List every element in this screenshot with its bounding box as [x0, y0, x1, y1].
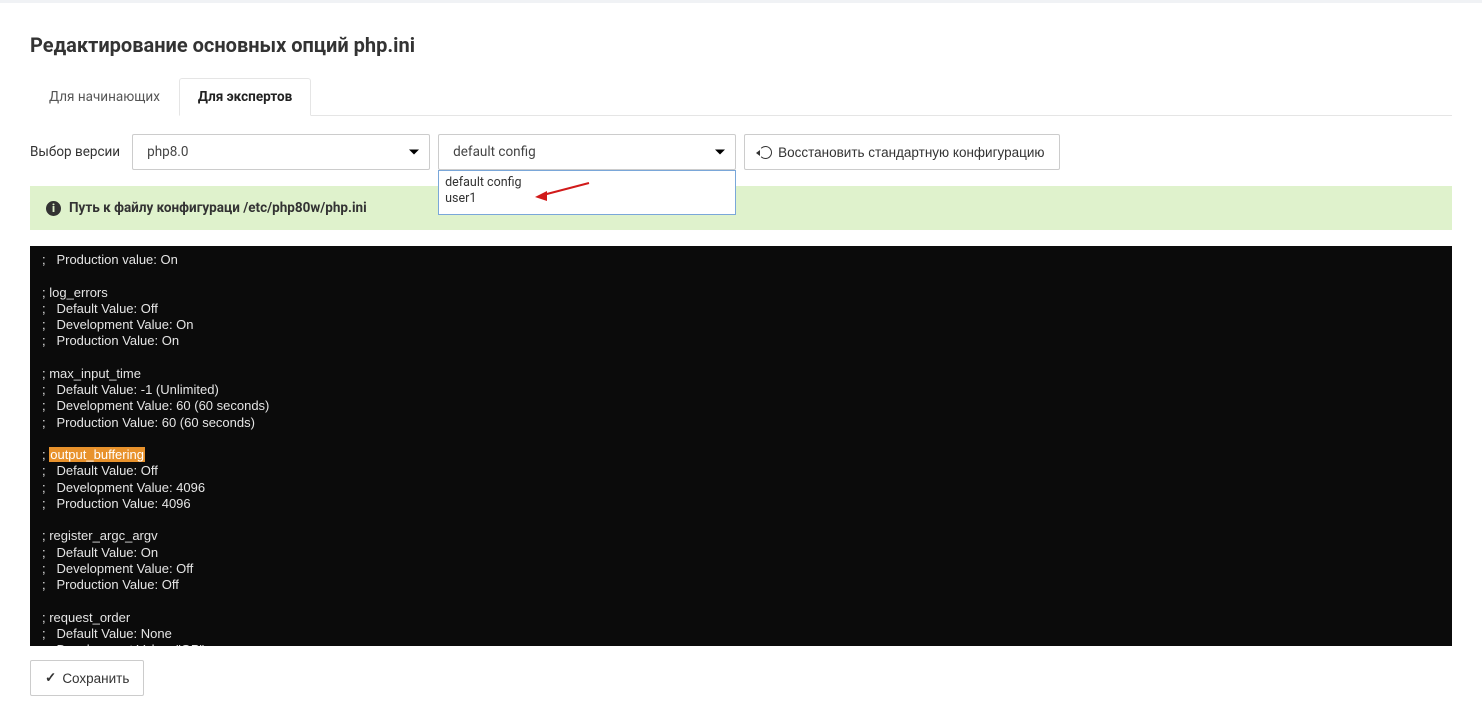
check-icon: ✓: [45, 670, 56, 686]
php-version-value: php8.0: [147, 144, 188, 160]
chevron-down-icon: [715, 150, 725, 155]
tabs: Для начинающих Для экспертов: [30, 77, 1452, 116]
restore-default-label: Восстановить стандартную конфигурацию: [778, 145, 1044, 160]
chevron-down-icon: [409, 150, 419, 155]
config-select[interactable]: default config: [438, 134, 736, 170]
refresh-icon: [759, 146, 772, 159]
phpini-editor[interactable]: ; Production value: On ; log_errors ; De…: [30, 246, 1452, 646]
config-option[interactable]: default config: [445, 175, 729, 191]
config-option[interactable]: user1: [445, 191, 729, 207]
php-version-select[interactable]: php8.0: [132, 134, 430, 170]
config-path-prefix: Путь к файлу конфигураци: [69, 200, 243, 216]
save-button-label: Сохранить: [62, 671, 129, 686]
controls-row: Выбор версии php8.0 default config defau…: [30, 134, 1452, 170]
config-path-value: /etc/php80w/php.ini: [243, 200, 366, 216]
config-path-text: Путь к файлу конфигураци /etc/php80w/php…: [69, 200, 367, 216]
config-select-dropdown: default config user1: [438, 170, 736, 215]
restore-default-button[interactable]: Восстановить стандартную конфигурацию: [744, 134, 1059, 170]
tab-beginner[interactable]: Для начинающих: [30, 78, 179, 116]
config-select-value: default config: [453, 144, 536, 160]
tab-expert[interactable]: Для экспертов: [179, 78, 311, 116]
info-icon: i: [46, 201, 61, 216]
page-title: Редактирование основных опций php.ini: [30, 33, 1452, 57]
config-path-alert: i Путь к файлу конфигураци /etc/php80w/p…: [30, 186, 1452, 230]
version-label: Выбор версии: [30, 144, 120, 160]
save-button[interactable]: ✓ Сохранить: [30, 660, 144, 696]
